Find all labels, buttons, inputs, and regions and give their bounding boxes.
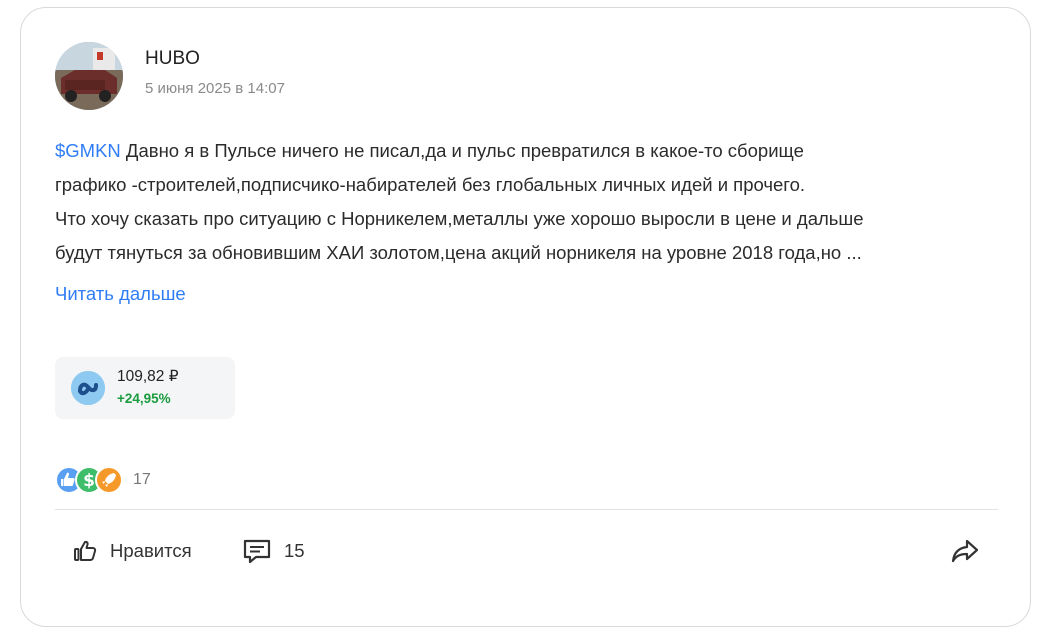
stock-chip[interactable]: 109,82 ₽ +24,95% <box>55 357 235 419</box>
post-card <box>20 7 1031 627</box>
comment-icon <box>243 539 271 564</box>
post-line-2: графико -строителей,подписчико-набирател… <box>55 174 806 195</box>
like-button-label: Нравится <box>110 540 192 561</box>
share-icon <box>951 539 979 563</box>
post-date: 5 июня 2025 в 14:07 <box>145 80 285 97</box>
comments-button[interactable]: 15 <box>242 536 305 566</box>
author-name[interactable]: HUBO <box>145 48 200 70</box>
thumbs-up-icon <box>74 540 97 561</box>
author-avatar[interactable] <box>55 42 123 110</box>
svg-text:$: $ <box>83 471 95 491</box>
stock-change: +24,95% <box>117 391 171 406</box>
ticker-link[interactable]: $GMKN <box>55 140 121 161</box>
comments-count: 15 <box>284 540 305 561</box>
rocket-reaction-icon <box>95 466 123 494</box>
post-text: $GMKN Давно я в Пульсе ничего не писал,д… <box>55 134 1005 270</box>
post-line-3: Что хочу сказать про ситуацию с Норникел… <box>55 208 864 229</box>
nornickel-logo-icon <box>71 371 105 405</box>
post-line-1-text: Давно я в Пульсе ничего не писал,да и пу… <box>120 140 804 161</box>
read-more-link[interactable]: Читать дальше <box>55 283 186 305</box>
stock-price: 109,82 ₽ <box>117 368 179 385</box>
like-button[interactable]: Нравится <box>72 536 192 566</box>
share-button[interactable] <box>950 536 992 566</box>
post-line-1: $GMKN Давно я в Пульсе ничего не писал,д… <box>55 134 1005 168</box>
reactions-count: 17 <box>133 471 151 488</box>
post-line-4: будут тянуться за обновившим ХАИ золотом… <box>55 242 862 263</box>
actions-divider <box>55 509 998 510</box>
